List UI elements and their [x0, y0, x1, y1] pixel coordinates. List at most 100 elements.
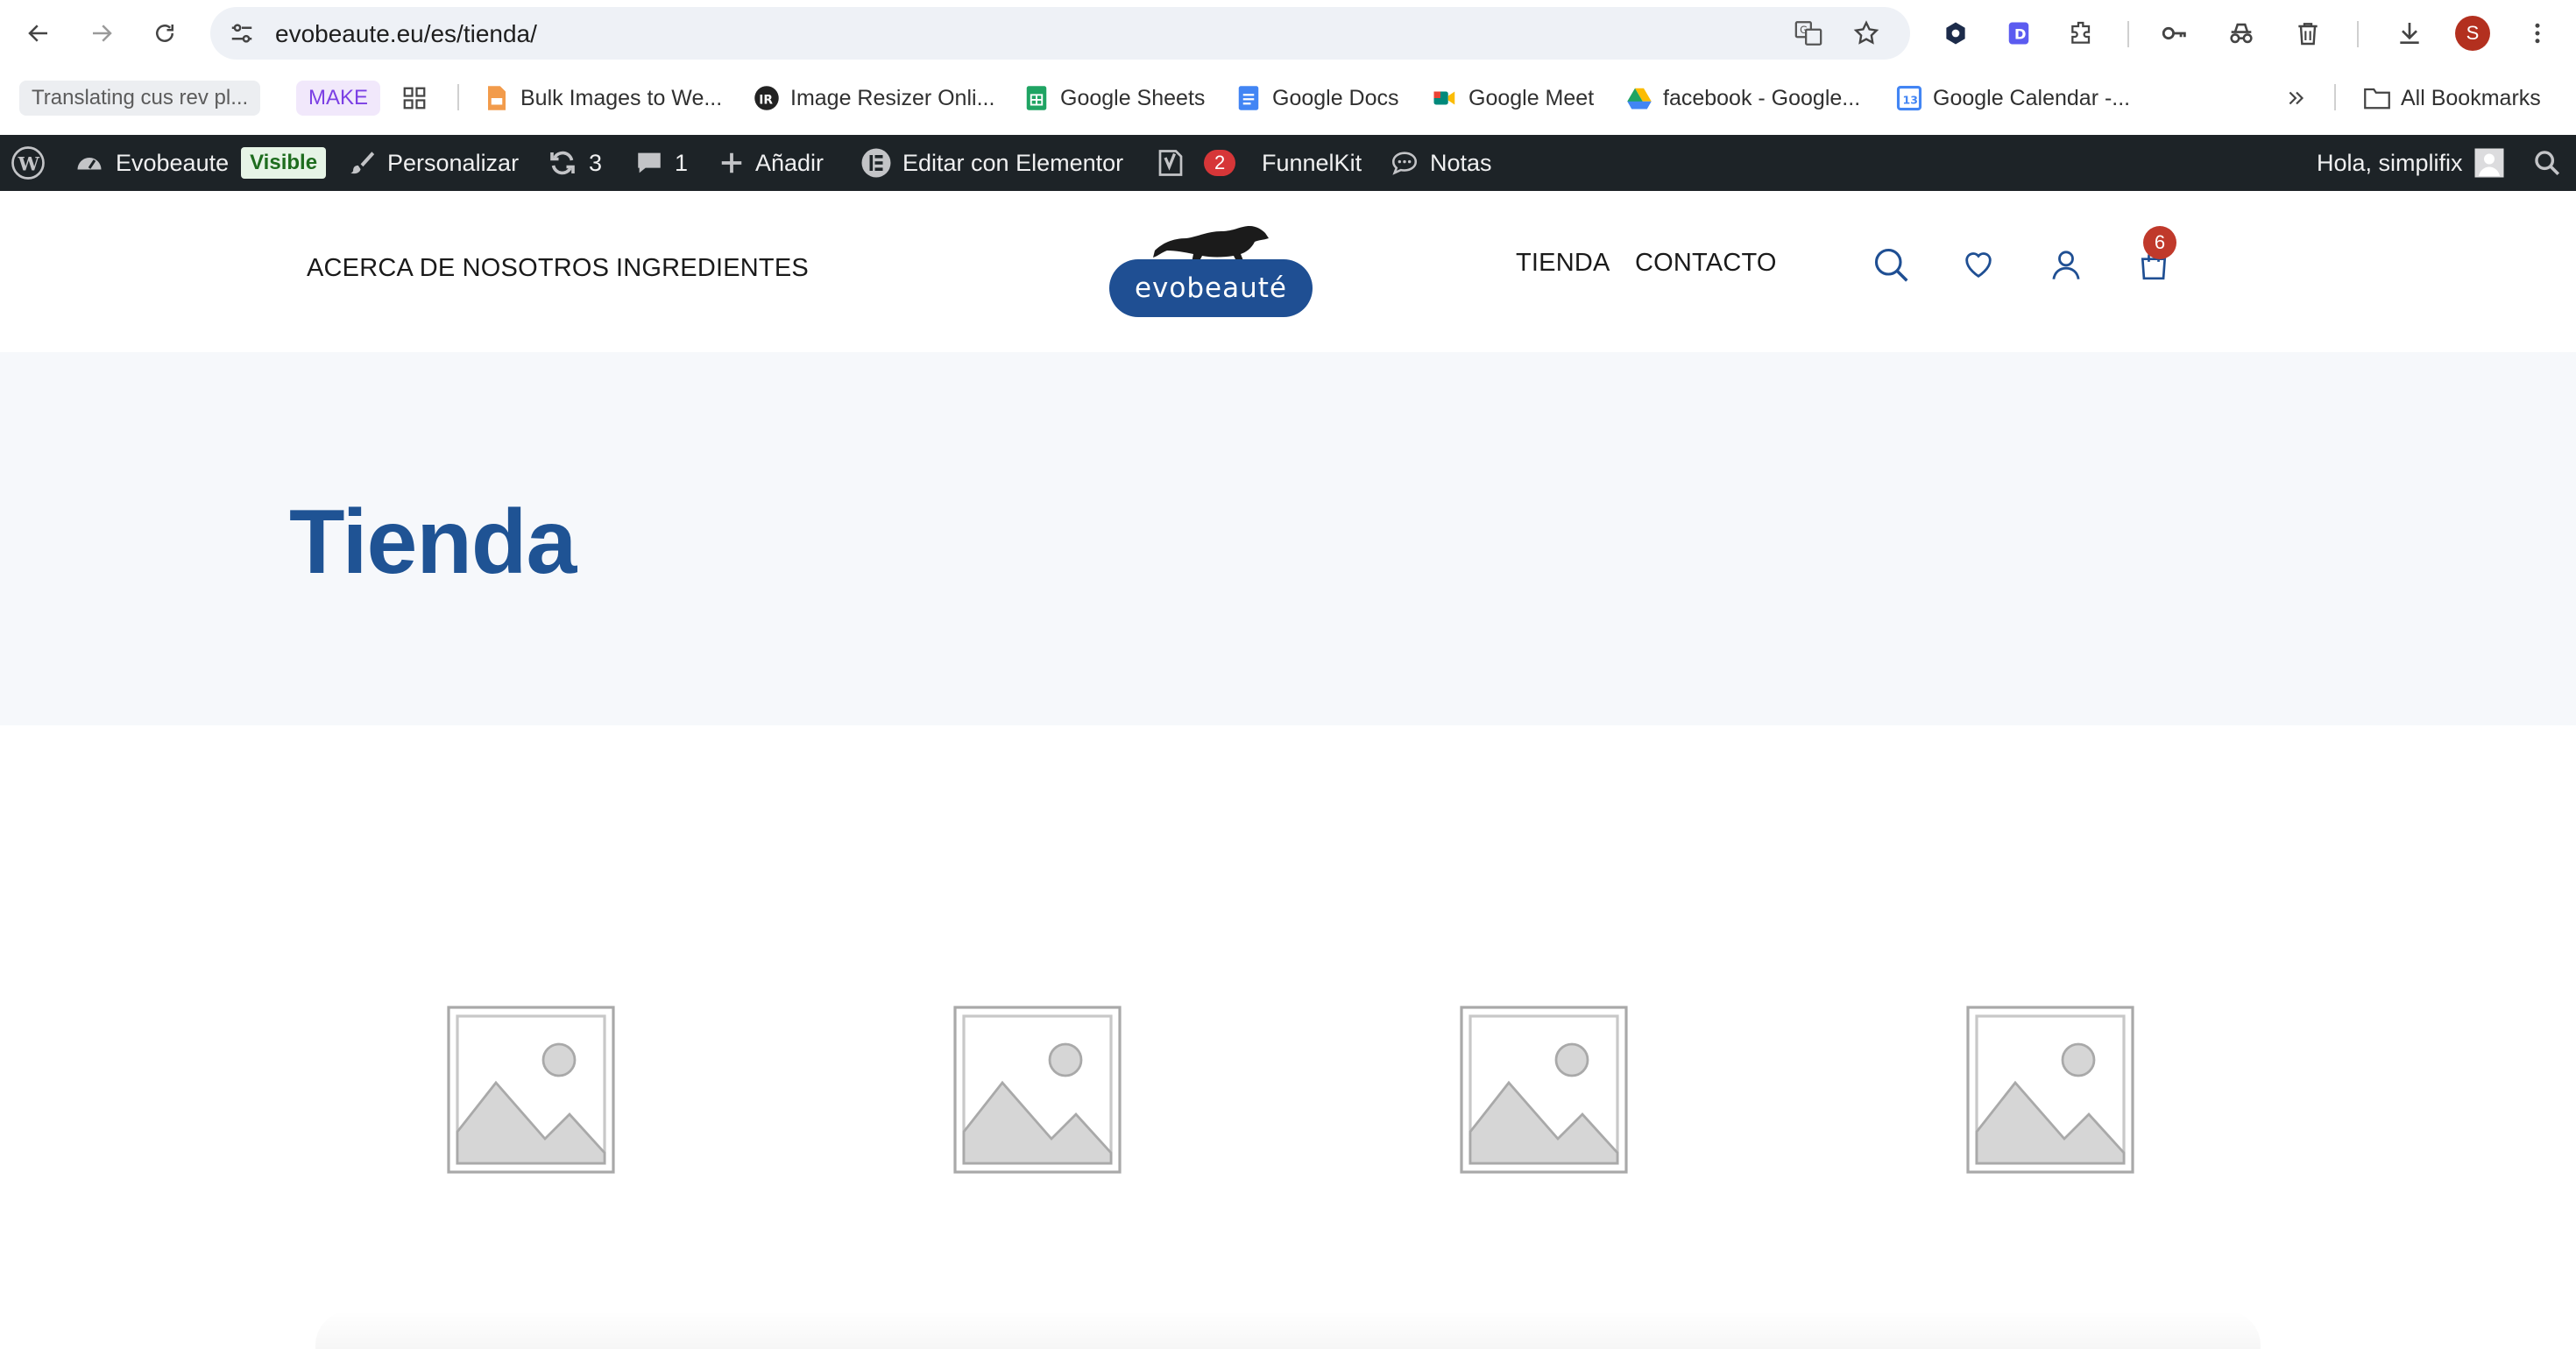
edit-with-elementor-button[interactable]: Editar con Elementor — [860, 135, 1123, 191]
comment-bubble-icon — [638, 152, 661, 173]
bookmark-label: facebook - Google... — [1663, 85, 1861, 110]
bookmarks-bar: Translating cus rev pl... MAKE Bulk Imag… — [0, 67, 2576, 133]
product-placeholder-image[interactable] — [443, 1002, 619, 1177]
google-sheets-icon — [1023, 85, 1050, 111]
extension-hex-icon[interactable] — [1936, 14, 1975, 53]
nav-link-shop[interactable]: TIENDA — [1516, 249, 1610, 278]
account-menu[interactable]: Hola, simplifix — [2317, 135, 2505, 191]
notes-label: Notas — [1430, 149, 1492, 176]
forward-arrow-icon — [93, 25, 112, 42]
product-placeholder-image[interactable] — [950, 1002, 1125, 1177]
updates-button[interactable]: 3 — [547, 135, 602, 191]
add-new-button[interactable]: Añadir — [718, 135, 824, 191]
page-title-section: Tienda — [0, 352, 2576, 725]
back-button[interactable] — [18, 12, 60, 54]
product-placeholder-image[interactable] — [1456, 1002, 1631, 1177]
extension-d-icon[interactable]: D — [1999, 14, 2038, 53]
dashboard-gauge-icon — [77, 157, 102, 170]
browser-toolbar: evobeaute.eu/es/tienda/ G D S — [0, 0, 2576, 67]
incognito-icon[interactable] — [2222, 14, 2261, 53]
cart-count-badge: 6 — [2143, 226, 2176, 259]
comments-button[interactable]: 1 — [634, 135, 688, 191]
image-placeholder-icon — [953, 1006, 1122, 1174]
image-placeholder-icon — [447, 1006, 615, 1174]
svg-text:D: D — [2014, 25, 2027, 42]
add-new-label: Añadir — [755, 149, 824, 176]
paintbrush-icon — [350, 152, 375, 174]
reload-button[interactable] — [144, 12, 186, 54]
forward-button[interactable] — [81, 12, 123, 54]
customize-button[interactable]: Personalizar — [347, 135, 519, 191]
google-meet-icon — [1432, 85, 1458, 111]
site-name-menu[interactable]: Evobeaute Visible — [74, 135, 327, 191]
customize-label: Personalizar — [387, 149, 520, 176]
svg-text:IR: IR — [759, 93, 773, 107]
bookmark-google-calendar[interactable]: 13 Google Calendar -... — [1896, 81, 2130, 116]
updates-count: 3 — [589, 149, 603, 176]
svg-text:W: W — [18, 153, 40, 175]
bookmark-google-docs[interactable]: Google Docs — [1235, 81, 1399, 116]
header-search-icon[interactable] — [1870, 244, 1912, 286]
bookmark-label: Image Resizer Onli... — [790, 85, 995, 110]
notes-button[interactable]: Notas — [1390, 135, 1492, 191]
bookmark-google-sheets[interactable]: Google Sheets — [1023, 81, 1205, 116]
bookmark-label: Google Calendar -... — [1933, 85, 2131, 110]
apps-grid-icon — [401, 85, 428, 111]
image-placeholder-icon — [1460, 1006, 1628, 1174]
google-docs-icon — [1235, 85, 1262, 111]
wp-logo-button[interactable]: W — [11, 135, 56, 191]
logo-text: evobeauté — [1109, 259, 1313, 317]
more-bookmarks-button[interactable] — [2283, 81, 2320, 116]
bookmark-label: Google Sheets — [1060, 85, 1206, 110]
yoast-icon — [1158, 150, 1183, 176]
wishlist-heart-icon[interactable] — [1957, 244, 1999, 286]
double-chevron-icon — [2283, 85, 2310, 111]
nav-link-about[interactable]: ACERCA DE NOSOTROS — [307, 254, 609, 283]
site-name: Evobeaute — [116, 149, 230, 176]
download-icon[interactable] — [2390, 14, 2429, 53]
all-bookmarks-button[interactable]: All Bookmarks — [2364, 81, 2541, 116]
google-drive-icon — [1626, 85, 1652, 111]
admin-search-button[interactable] — [2532, 135, 2572, 191]
site-header: ACERCA DE NOSOTROS INGREDIENTES evobeaut… — [0, 191, 2576, 352]
wp-admin-bar: W Evobeaute Visible Personalizar 3 1 Aña… — [0, 135, 2576, 191]
elementor-icon — [861, 148, 891, 178]
wordpress-icon: W — [11, 146, 45, 180]
elementor-label: Editar con Elementor — [902, 149, 1124, 176]
bookmark-label: Translating cus rev pl... — [32, 86, 249, 109]
yoast-seo-button[interactable]: 2 — [1155, 135, 1236, 191]
content-card-edge — [315, 1310, 2261, 1349]
bookmark-image-resizer[interactable]: IR Image Resizer Onli... — [754, 81, 994, 116]
nav-link-ingredients[interactable]: INGREDIENTES — [616, 254, 809, 283]
address-bar[interactable]: evobeaute.eu/es/tienda/ G — [210, 7, 1910, 60]
site-info-icon[interactable] — [226, 18, 258, 49]
bookmark-make[interactable]: MAKE — [296, 81, 381, 116]
bookmark-label: Bulk Images to We... — [520, 85, 723, 110]
funnelkit-button[interactable]: FunnelKit — [1262, 135, 1362, 191]
bookmark-facebook-drive[interactable]: facebook - Google... — [1626, 81, 1860, 116]
bookmark-bulk-images[interactable]: Bulk Images to We... — [484, 81, 722, 116]
nav-link-contact[interactable]: CONTACTO — [1635, 249, 1777, 278]
yoast-count: 2 — [1204, 150, 1236, 176]
site-logo[interactable]: evobeauté — [1109, 219, 1313, 319]
bookmark-label: Google Docs — [1272, 85, 1399, 110]
password-key-icon[interactable] — [2155, 14, 2194, 53]
bookmark-translating[interactable]: Translating cus rev pl... — [19, 81, 261, 116]
bookmark-star-icon[interactable] — [1851, 18, 1882, 49]
account-user-icon[interactable] — [2045, 244, 2087, 286]
reload-icon — [156, 25, 173, 42]
apps-grid-button[interactable] — [401, 81, 438, 116]
user-avatar-icon — [2474, 148, 2504, 178]
greeting-label: Hola, simplifix — [2317, 149, 2463, 176]
ir-logo-icon: IR — [754, 85, 780, 111]
bookmark-google-meet[interactable]: Google Meet — [1432, 81, 1594, 116]
product-placeholder-image[interactable] — [1963, 1002, 2138, 1177]
image-placeholder-icon — [1966, 1006, 2134, 1174]
browser-menu-icon[interactable] — [2518, 14, 2557, 53]
svg-text:G: G — [1800, 24, 1808, 36]
translate-icon[interactable]: G — [1793, 18, 1824, 49]
trash-icon[interactable] — [2289, 14, 2327, 53]
extensions-puzzle-icon[interactable] — [2063, 14, 2101, 53]
profile-avatar[interactable]: S — [2455, 16, 2490, 51]
bookmark-label: Google Meet — [1468, 85, 1595, 110]
